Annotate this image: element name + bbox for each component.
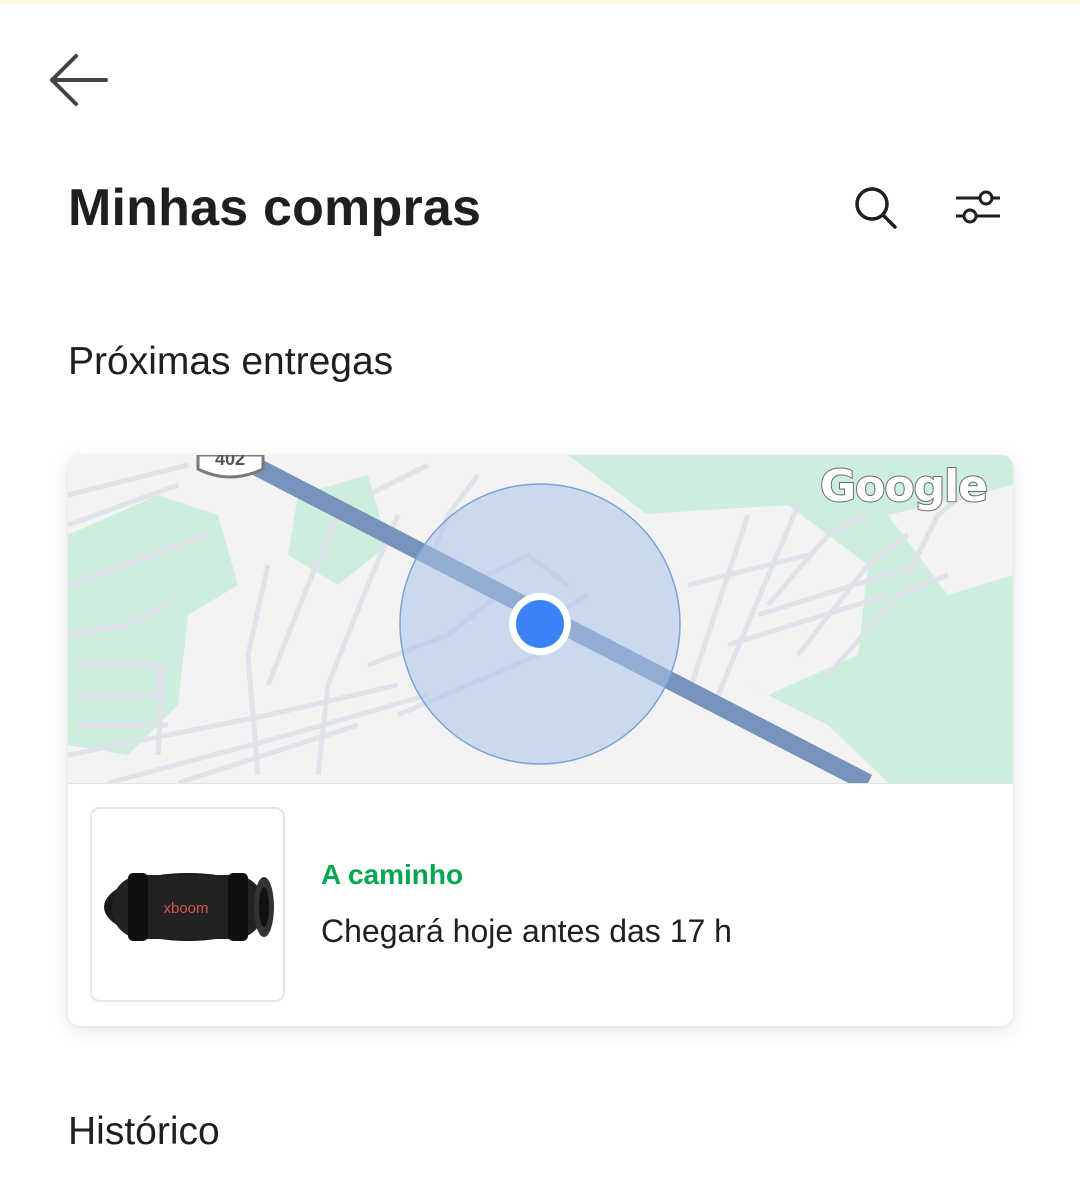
delivery-eta: Chegará hoje antes das 17 h xyxy=(321,913,732,949)
delivery-map[interactable]: 402 Google xyxy=(68,455,1013,784)
search-icon xyxy=(855,187,897,229)
section-title-history: Histórico xyxy=(68,1110,220,1153)
google-logo: Google xyxy=(819,460,989,513)
filter-button[interactable] xyxy=(948,178,1008,238)
page-title: Minhas compras xyxy=(68,179,482,237)
product-thumbnail: xboom xyxy=(90,807,285,1002)
sliders-icon xyxy=(956,190,1000,224)
back-button[interactable] xyxy=(36,42,120,118)
route-shield-number: 402 xyxy=(215,455,245,469)
arrow-left-icon xyxy=(50,54,108,106)
section-title-upcoming-deliveries: Próximas entregas xyxy=(68,340,394,383)
delivery-status: A caminho xyxy=(321,859,464,890)
speaker-brand-text: xboom xyxy=(163,900,208,917)
map-route-shield: 402 xyxy=(196,455,265,479)
status-bar-strip xyxy=(0,0,1080,4)
map-park-area xyxy=(68,495,238,755)
delivery-card[interactable]: 402 Google xboom A caminho Chegará hoje … xyxy=(68,455,1013,1026)
portable-speaker-image: xboom xyxy=(103,872,274,941)
search-button[interactable] xyxy=(846,178,906,238)
